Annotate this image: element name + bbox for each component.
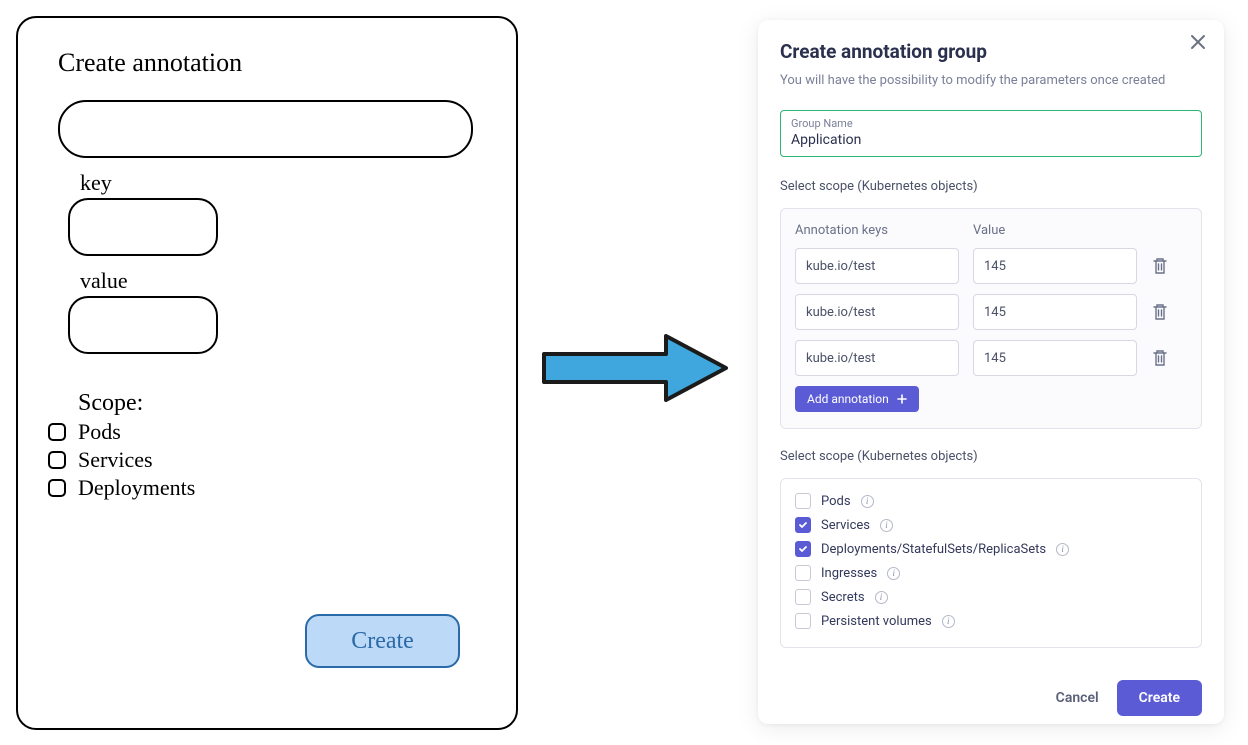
- create-button[interactable]: Create: [1117, 680, 1202, 716]
- sketch-create-label: Create: [351, 628, 414, 655]
- info-icon[interactable]: i: [880, 519, 893, 532]
- sketch-key-label: key: [80, 170, 486, 196]
- sketch-value-input[interactable]: [68, 296, 218, 354]
- scope-box: Pods i Services i Deployments/StatefulSe…: [780, 478, 1202, 648]
- scope-label: Services: [821, 518, 870, 533]
- sketch-scope-label: Scope:: [78, 390, 486, 417]
- ann-header-value: Value: [973, 223, 1137, 238]
- plus-icon: [897, 394, 907, 404]
- annotation-row: kube.io/test 145: [795, 340, 1187, 376]
- section-label-scope: Select scope (Kubernetes objects): [780, 449, 1202, 464]
- create-annotation-group-modal: Create annotation group You will have th…: [758, 20, 1224, 724]
- annotation-key-text: kube.io/test: [806, 259, 875, 274]
- sketch-value-label: value: [80, 268, 486, 294]
- info-icon[interactable]: i: [942, 615, 955, 628]
- scope-checkbox-pods[interactable]: [795, 493, 811, 509]
- scope-checkbox-persistent-volumes[interactable]: [795, 613, 811, 629]
- scope-row-deployments: Deployments/StatefulSets/ReplicaSets i: [795, 541, 1187, 557]
- info-icon[interactable]: i: [875, 591, 888, 604]
- sketch-scope-row: Pods: [48, 419, 486, 445]
- cancel-button[interactable]: Cancel: [1056, 690, 1099, 706]
- annotation-key-text: kube.io/test: [806, 305, 875, 320]
- section-label-annotations: Select scope (Kubernetes objects): [780, 179, 1202, 194]
- close-button[interactable]: [1190, 34, 1208, 52]
- add-annotation-button[interactable]: Add annotation: [795, 386, 919, 412]
- sketch-checklabel: Services: [78, 447, 153, 473]
- annotation-headers: Annotation keys Value: [795, 223, 1187, 238]
- annotation-value-input[interactable]: 145: [973, 340, 1137, 376]
- annotation-key-text: kube.io/test: [806, 351, 875, 366]
- group-name-label: Group Name: [791, 117, 1191, 130]
- info-icon[interactable]: i: [1056, 543, 1069, 556]
- modal-footer: Cancel Create: [780, 680, 1202, 716]
- annotation-key-input[interactable]: kube.io/test: [795, 340, 959, 376]
- check-icon: [798, 544, 808, 554]
- sketch-title: Create annotation: [58, 48, 486, 78]
- scope-checkbox-deployments[interactable]: [795, 541, 811, 557]
- annotation-value-text: 145: [984, 259, 1006, 274]
- sketch-create-button[interactable]: Create: [305, 614, 460, 668]
- sketch-checkbox-services[interactable]: [48, 451, 66, 469]
- annotation-key-input[interactable]: kube.io/test: [795, 248, 959, 284]
- trash-icon[interactable]: [1151, 349, 1169, 367]
- scope-label: Persistent volumes: [821, 614, 932, 629]
- trash-icon[interactable]: [1151, 257, 1169, 275]
- scope-row-services: Services i: [795, 517, 1187, 533]
- sketch-key-input[interactable]: [68, 198, 218, 256]
- sketch-scope-row: Deployments: [48, 475, 486, 501]
- info-icon[interactable]: i: [861, 495, 874, 508]
- scope-label: Pods: [821, 494, 851, 509]
- scope-label: Deployments/StatefulSets/ReplicaSets: [821, 542, 1046, 557]
- scope-checkbox-ingresses[interactable]: [795, 565, 811, 581]
- info-icon[interactable]: i: [887, 567, 900, 580]
- close-icon: [1190, 34, 1206, 50]
- trash-icon[interactable]: [1151, 303, 1169, 321]
- add-annotation-label: Add annotation: [807, 392, 889, 406]
- check-icon: [798, 520, 808, 530]
- group-name-value: Application: [791, 132, 1191, 148]
- scope-checkbox-secrets[interactable]: [795, 589, 811, 605]
- modal-subtitle: You will have the possibility to modify …: [780, 73, 1202, 88]
- scope-label: Ingresses: [821, 566, 877, 581]
- annotation-row: kube.io/test 145: [795, 294, 1187, 330]
- sketch-panel: Create annotation key value Scope: Pods …: [16, 16, 518, 730]
- scope-label: Secrets: [821, 590, 865, 605]
- annotation-value-text: 145: [984, 351, 1006, 366]
- scope-row-persistent-volumes: Persistent volumes i: [795, 613, 1187, 629]
- scope-row-secrets: Secrets i: [795, 589, 1187, 605]
- annotation-value-text: 145: [984, 305, 1006, 320]
- annotation-value-input[interactable]: 145: [973, 248, 1137, 284]
- scope-row-ingresses: Ingresses i: [795, 565, 1187, 581]
- scope-checkbox-services[interactable]: [795, 517, 811, 533]
- arrow-icon: [536, 328, 736, 408]
- sketch-checkbox-pods[interactable]: [48, 423, 66, 441]
- annotation-value-input[interactable]: 145: [973, 294, 1137, 330]
- modal-title: Create annotation group: [780, 40, 1202, 63]
- group-name-field[interactable]: Group Name Application: [780, 110, 1202, 157]
- scope-row-pods: Pods i: [795, 493, 1187, 509]
- sketch-checklabel: Deployments: [78, 475, 195, 501]
- sketch-checklabel: Pods: [78, 419, 121, 445]
- sketch-checkbox-deployments[interactable]: [48, 479, 66, 497]
- sketch-scope-row: Services: [48, 447, 486, 473]
- ann-header-key: Annotation keys: [795, 223, 959, 238]
- annotation-box: Annotation keys Value kube.io/test 145 k…: [780, 208, 1202, 429]
- annotation-key-input[interactable]: kube.io/test: [795, 294, 959, 330]
- sketch-main-input[interactable]: [58, 100, 473, 158]
- annotation-row: kube.io/test 145: [795, 248, 1187, 284]
